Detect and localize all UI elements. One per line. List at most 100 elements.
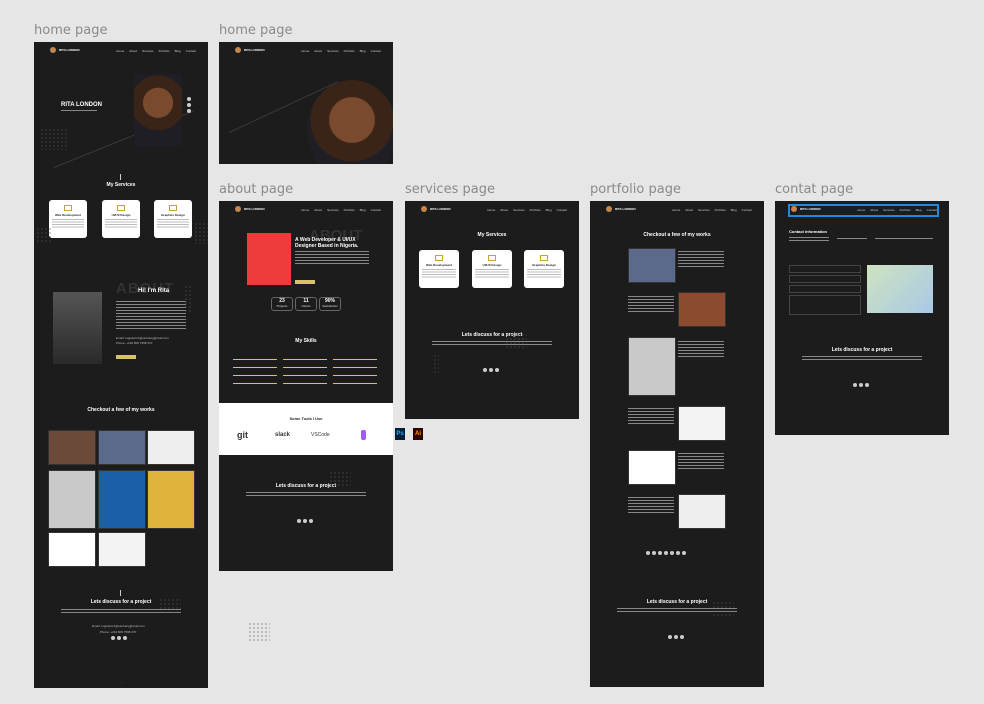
page-dot[interactable] (652, 551, 656, 555)
social-icon[interactable] (674, 635, 678, 639)
nav-home[interactable]: Home (301, 49, 309, 53)
nav-services[interactable]: Services (327, 49, 339, 53)
nav-about[interactable]: About (314, 49, 322, 53)
portfolio-thumb[interactable] (98, 532, 146, 567)
nav-blog[interactable]: Blog (175, 49, 181, 53)
page-dot[interactable] (670, 551, 674, 555)
nav-services[interactable]: Services (698, 208, 710, 212)
nav-services[interactable]: Services (513, 208, 525, 212)
name-input[interactable] (789, 265, 861, 273)
portfolio-thumb[interactable] (48, 470, 96, 529)
message-textarea[interactable] (789, 295, 861, 315)
brand-logo[interactable]: RITA LONDON (50, 47, 80, 53)
nav-blog[interactable]: Blog (546, 208, 552, 212)
nav-contact[interactable]: Contact (371, 208, 381, 212)
nav-services[interactable]: Services (142, 49, 154, 53)
social-icon[interactable] (297, 519, 301, 523)
social-icon[interactable] (309, 519, 313, 523)
social-icon[interactable] (117, 636, 121, 640)
email-input[interactable] (789, 275, 861, 283)
contact-page-frame[interactable]: RITA LONDON Home About Services Portfoli… (775, 201, 949, 435)
social-icon[interactable] (303, 519, 307, 523)
nav-home[interactable]: Home (487, 208, 495, 212)
subject-input[interactable] (789, 285, 861, 293)
nav-contact[interactable]: Contact (927, 208, 937, 212)
nav-portfolio[interactable]: Portfolio (344, 49, 355, 53)
service-card[interactable]: Graphics Design (154, 200, 192, 238)
social-icon[interactable] (680, 635, 684, 639)
nav-home[interactable]: Home (672, 208, 680, 212)
home-page-frame[interactable]: RITA LONDON Home About Services Portfoli… (34, 42, 208, 688)
nav-services[interactable]: Services (883, 208, 895, 212)
nav-about[interactable]: About (129, 49, 137, 53)
brand-logo[interactable]: RITA LONDON (606, 206, 636, 212)
brand-logo[interactable]: RITA LONDON (421, 206, 451, 212)
portfolio-thumb[interactable] (147, 470, 195, 529)
page-dot[interactable] (676, 551, 680, 555)
download-cv-button[interactable] (295, 280, 315, 284)
nav-about[interactable]: About (870, 208, 878, 212)
nav-portfolio[interactable]: Portfolio (900, 208, 911, 212)
social-icon[interactable] (187, 109, 191, 113)
social-icon[interactable] (495, 368, 499, 372)
nav-contact[interactable]: Contact (371, 49, 381, 53)
social-icon[interactable] (859, 383, 863, 387)
nav-about[interactable]: About (685, 208, 693, 212)
portfolio-thumb[interactable] (98, 430, 146, 465)
page-dot[interactable] (682, 551, 686, 555)
service-card[interactable]: UI/UX Design (102, 200, 140, 238)
portfolio-thumb[interactable] (628, 450, 676, 485)
portfolio-thumb[interactable] (628, 337, 676, 396)
nav-about[interactable]: About (500, 208, 508, 212)
home-hero-frame[interactable]: RITA LONDON Home About Services Portfoli… (219, 42, 393, 164)
social-icon[interactable] (123, 636, 127, 640)
nav-portfolio[interactable]: Portfolio (344, 208, 355, 212)
portfolio-page-frame[interactable]: RITA LONDON Home About Services Portfoli… (590, 201, 764, 687)
portfolio-thumb[interactable] (48, 430, 96, 465)
services-page-frame[interactable]: RITA LONDON Home About Services Portfoli… (405, 201, 579, 419)
portfolio-thumb[interactable] (678, 292, 726, 327)
nav-portfolio[interactable]: Portfolio (530, 208, 541, 212)
portfolio-thumb[interactable] (628, 248, 676, 283)
social-icon[interactable] (865, 383, 869, 387)
nav-blog[interactable]: Blog (360, 49, 366, 53)
brand-logo[interactable]: RITA LONDON (235, 47, 265, 53)
portfolio-thumb[interactable] (678, 406, 726, 441)
location-map[interactable] (867, 265, 933, 313)
nav-portfolio[interactable]: Portfolio (715, 208, 726, 212)
nav-portfolio[interactable]: Portfolio (159, 49, 170, 53)
nav-contact[interactable]: Contact (742, 208, 752, 212)
brand-logo[interactable]: RITA LONDON (791, 206, 821, 212)
page-dot[interactable] (658, 551, 662, 555)
social-icon[interactable] (111, 636, 115, 640)
download-cv-button[interactable] (116, 355, 136, 359)
nav-blog[interactable]: Blog (731, 208, 737, 212)
social-icon[interactable] (187, 103, 191, 107)
social-icon[interactable] (853, 383, 857, 387)
nav-blog[interactable]: Blog (916, 208, 922, 212)
nav-services[interactable]: Services (327, 208, 339, 212)
nav-about[interactable]: About (314, 208, 322, 212)
nav-contact[interactable]: Contact (557, 208, 567, 212)
social-icon[interactable] (489, 368, 493, 372)
social-icon[interactable] (483, 368, 487, 372)
nav-home[interactable]: Home (116, 49, 124, 53)
portfolio-thumb[interactable] (48, 532, 96, 567)
service-card[interactable]: Web Development (419, 250, 459, 288)
page-dot[interactable] (646, 551, 650, 555)
service-card[interactable]: Graphics Design (524, 250, 564, 288)
page-dot[interactable] (664, 551, 668, 555)
nav-contact[interactable]: Contact (186, 49, 196, 53)
portfolio-thumb[interactable] (678, 494, 726, 529)
portfolio-thumb[interactable] (147, 430, 195, 465)
social-icon[interactable] (187, 97, 191, 101)
brand-logo[interactable]: RITA LONDON (235, 206, 265, 212)
nav-home[interactable]: Home (857, 208, 865, 212)
nav-home[interactable]: Home (301, 208, 309, 212)
nav-blog[interactable]: Blog (360, 208, 366, 212)
service-card[interactable]: Web Development (49, 200, 87, 238)
portfolio-thumb[interactable] (98, 470, 146, 529)
social-icon[interactable] (668, 635, 672, 639)
about-page-frame[interactable]: RITA LONDON Home About Services Portfoli… (219, 201, 393, 571)
service-card[interactable]: UI/UX Design (472, 250, 512, 288)
